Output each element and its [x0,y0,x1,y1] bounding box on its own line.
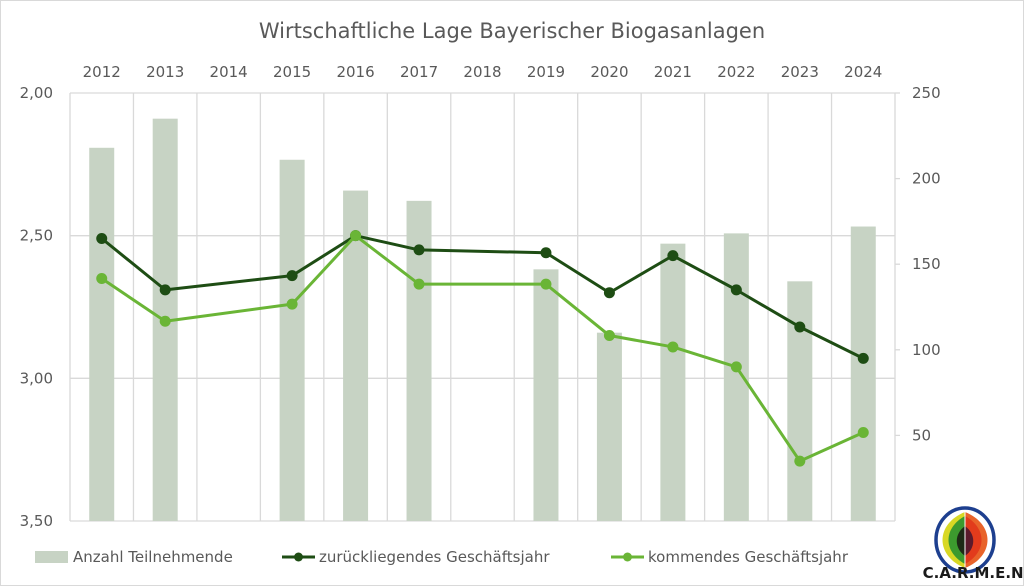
data-point-2013 [159,315,171,327]
legend-swatch-bar [35,551,68,563]
left-axis-tick-label: 2,00 [20,84,53,102]
data-point-2023 [794,321,806,333]
legend-label: zurückliegendes Geschäftsjahr [319,548,550,566]
left-axis-tick-label: 3,50 [20,512,53,530]
data-point-2015 [286,298,298,310]
legend-swatch-marker [623,552,632,562]
x-tick-label: 2021 [654,63,692,81]
series-line [100,234,864,360]
bar-2015 [279,159,305,521]
bar-2023 [787,281,813,521]
x-tick-label: 2024 [844,63,882,81]
data-point-2019 [540,278,552,290]
x-tick-label: 2022 [717,63,755,81]
bar-2022 [723,233,749,521]
data-point-2021 [667,341,679,353]
data-point-2013 [159,284,171,296]
legend-item-kommendes-geschaeftsjahr: kommendes Geschäftsjahr [611,548,849,566]
legend: Anzahl Teilnehmende zurückliegendes Gesch… [35,548,849,566]
chart: Wirtschaftliche Lage Bayerischer Biogasa… [20,19,1024,582]
logo-text: C.A.R.M.E.N. [923,564,1024,582]
right-axis-tick-label: 150 [912,255,941,273]
right-axis-ticks: 250 200 150 100 50 [912,84,941,444]
data-point-2019 [540,247,552,259]
legend-item-zurueckliegendes-geschaeftsjahr: zurückliegendes Geschäftsjahr [282,548,550,566]
x-tick-label: 2023 [781,63,819,81]
legend-label: Anzahl Teilnehmende [73,548,233,566]
data-point-2016 [350,230,362,242]
chart-title: Wirtschaftliche Lage Bayerischer Biogasa… [259,19,765,43]
x-tick-label: 2020 [590,63,628,81]
x-tick-label: 2013 [146,63,184,81]
data-point-2015 [286,270,298,282]
line-series-zurueckliegendes-geschaeftsjahr [96,230,869,364]
bar-2019 [533,269,559,521]
x-tick-label: 2019 [527,63,565,81]
legend-item-anzahl-teilnehmende: Anzahl Teilnehmende [35,548,233,566]
data-point-2024 [857,352,869,364]
data-point-2020 [603,287,615,299]
data-point-2021 [667,250,679,262]
bar-2012 [89,147,115,521]
data-point-2024 [857,427,869,439]
x-tick-label: 2017 [400,63,438,81]
right-axis-tick-label: 200 [912,170,941,188]
data-point-2023 [794,455,806,467]
right-axis-tick-label: 250 [912,84,941,102]
data-point-2017 [413,244,425,256]
data-point-2022 [730,284,742,296]
bar-2020 [596,332,622,521]
bar-2021 [660,243,686,521]
legend-label: kommendes Geschäftsjahr [648,548,849,566]
data-point-2017 [413,278,425,290]
x-tick-label: 2012 [83,63,121,81]
left-axis-tick-label: 2,50 [20,227,53,245]
gridlines [69,92,900,522]
x-axis-ticks: 2012 2013 2014 2015 2016 2017 2018 2019 2020 2021… [83,63,883,81]
x-tick-label: 2018 [463,63,501,81]
right-axis-tick-label: 100 [912,341,941,359]
left-axis-ticks: 2,00 2,50 3,00 3,50 [20,84,53,530]
x-tick-label: 2015 [273,63,311,81]
data-point-2012 [96,272,108,284]
right-axis-tick-label: 50 [912,426,931,444]
line-series-kommendes-geschaeftsjahr [96,230,869,467]
line-series [96,230,869,467]
x-tick-label: 2014 [210,63,248,81]
series-line [100,234,864,463]
bar-series-anzahl-teilnehmende [89,118,876,522]
data-point-2012 [96,233,108,245]
data-point-2020 [603,330,615,342]
x-tick-label: 2016 [336,63,374,81]
carmen-logo [934,506,996,574]
legend-swatch-marker [294,552,303,562]
left-axis-tick-label: 3,00 [20,369,53,387]
data-point-2022 [730,361,742,373]
bar-2024 [850,226,876,521]
